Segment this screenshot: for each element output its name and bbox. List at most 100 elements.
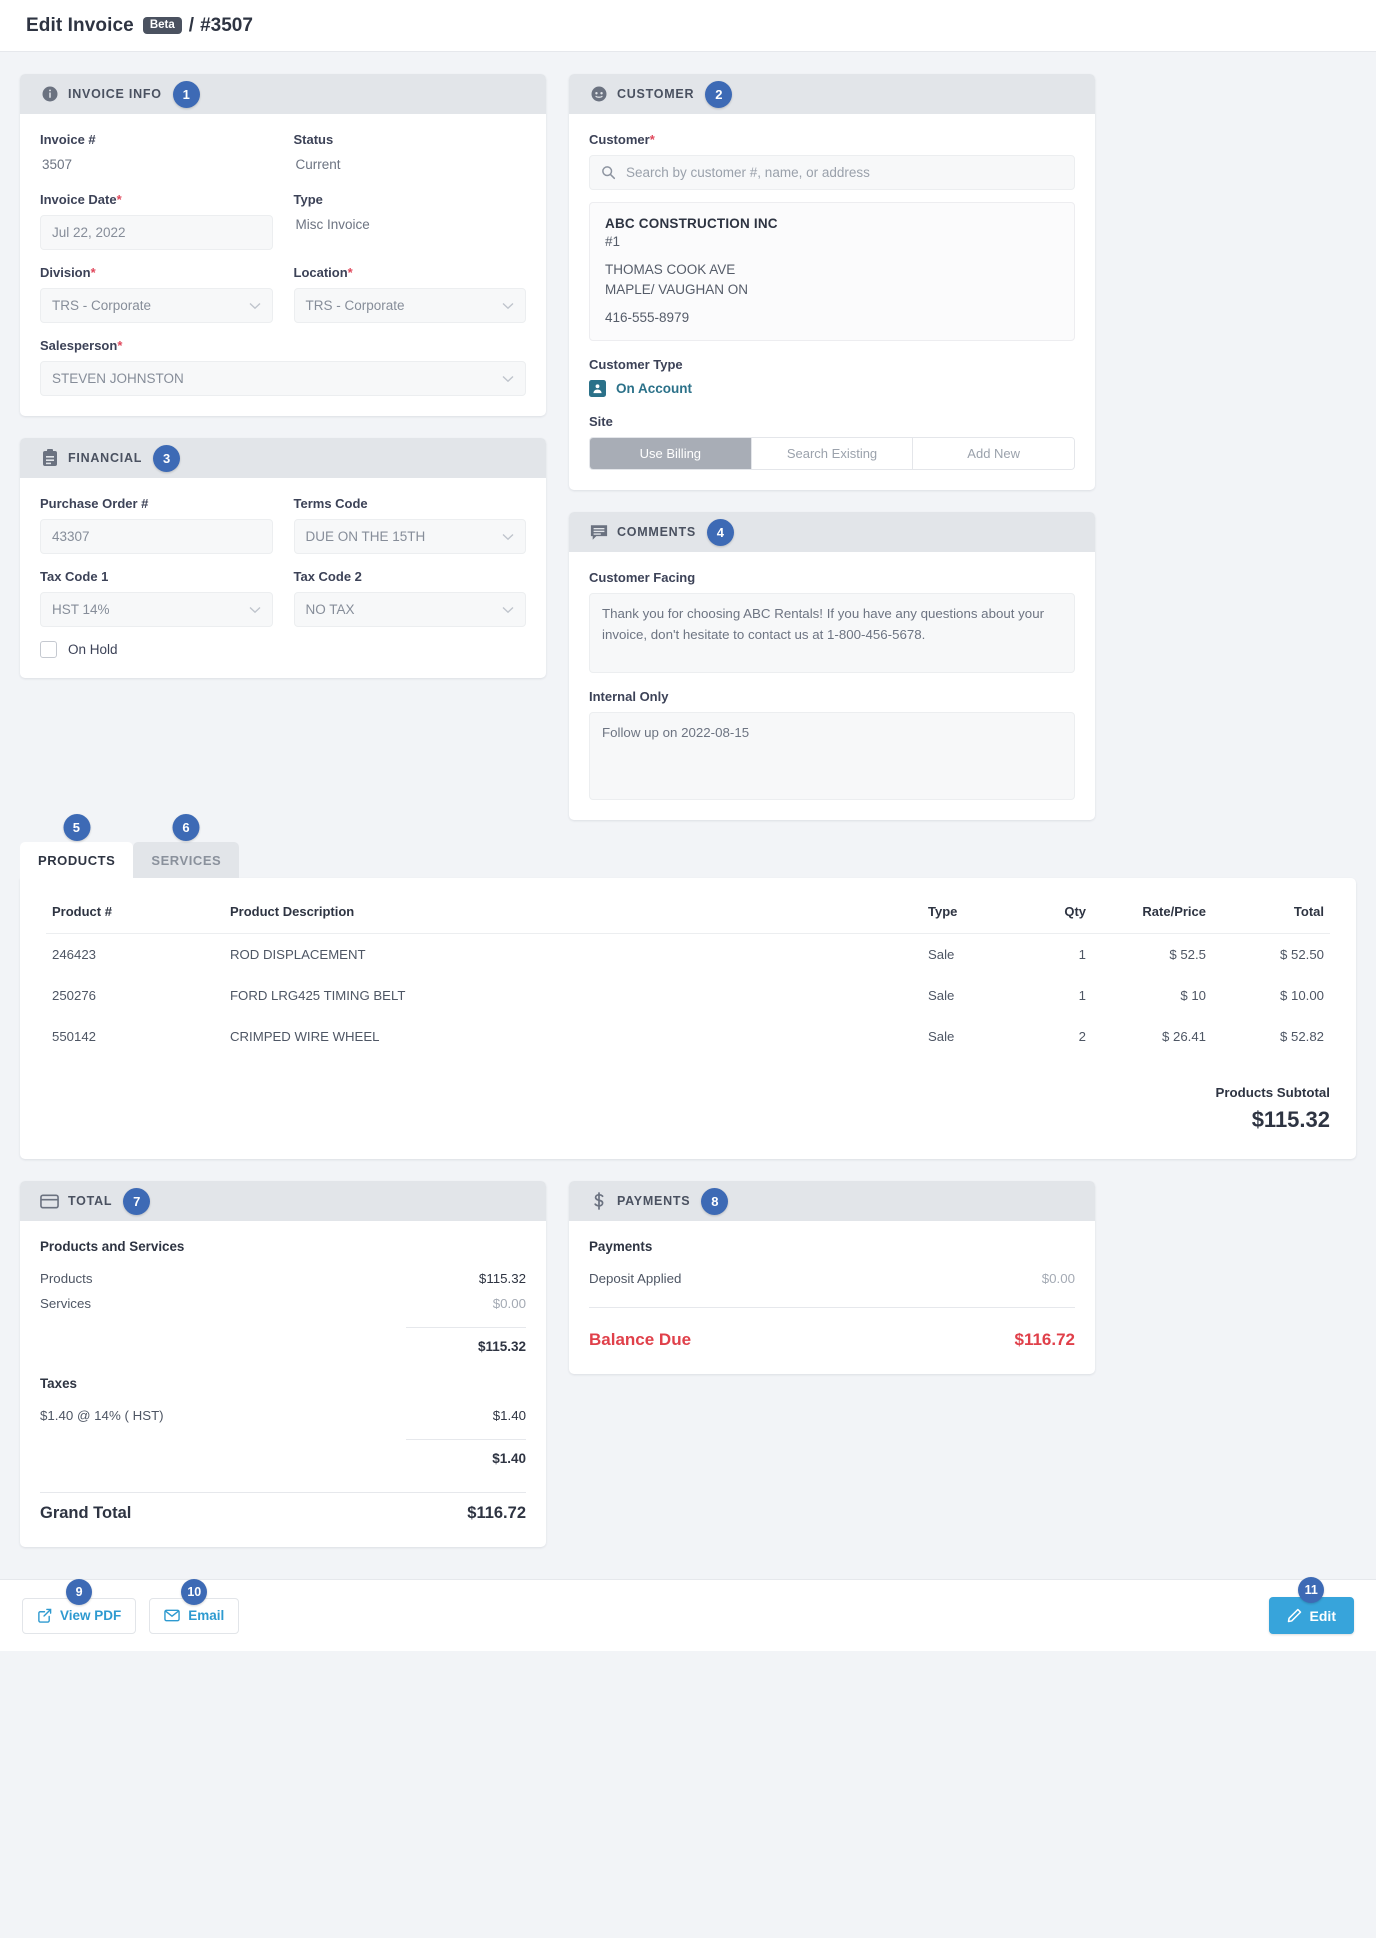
internal-only-label: Internal Only <box>589 689 669 705</box>
invoice-info-header: INVOICE INFO 1 <box>20 74 546 114</box>
type-field: Type Misc Invoice <box>294 192 527 250</box>
invoice-date-label: Invoice Date* <box>40 192 122 207</box>
view-pdf-button[interactable]: 9 View PDF <box>22 1578 137 1634</box>
status-value: Current <box>295 157 341 172</box>
internal-only-textarea[interactable]: Follow up on 2022-08-15 <box>589 712 1075 801</box>
on-hold-checkbox[interactable] <box>40 641 57 658</box>
column-type: Type <box>922 896 1012 935</box>
action-bar: 9 View PDF 10 Email 11 Edit <box>0 1577 1376 1652</box>
customer-facing-textarea[interactable]: Thank you for choosing ABC Rentals! If y… <box>589 593 1075 674</box>
terms-code-label: Terms Code <box>293 496 368 511</box>
step-badge-6: 6 <box>172 814 200 842</box>
products-services-rule-wrap <box>40 1316 526 1339</box>
products-table-header-row: Product # Product Description Type Qty R… <box>46 896 1330 935</box>
cell-product-description: FORD LRG425 TIMING BELT <box>230 988 406 1004</box>
site-label: Site <box>589 414 613 430</box>
column-product-number: Product # <box>46 896 224 935</box>
customer-card: CUSTOMER 2 Customer* Search by customer … <box>569 74 1095 491</box>
customer-search-input[interactable]: Search by customer #, name, or address <box>589 155 1075 190</box>
cell-total: $ 52.50 <box>1280 947 1324 963</box>
tax-line-row: $1.40 @ 14% ( HST) $1.40 <box>40 1403 526 1428</box>
customer-facing-label: Customer Facing <box>589 570 696 586</box>
total-services-value: $0.00 <box>492 1296 526 1312</box>
credit-card-icon <box>40 1192 59 1211</box>
tab-services[interactable]: 6 SERVICES <box>133 814 240 879</box>
invoice-date-type-row: Invoice Date* Jul 22, 2022 Type Misc Inv… <box>40 192 526 250</box>
taxes-sum-row: $1.40 <box>40 1451 526 1466</box>
customer-type-label: Customer Type <box>589 357 683 373</box>
on-hold-label: On Hold <box>68 642 118 657</box>
total-header: TOTAL 7 <box>20 1181 546 1222</box>
info-icon <box>40 85 59 104</box>
location-value: TRS - Corporate <box>305 298 405 313</box>
site-option-add-new[interactable]: Add New <box>913 438 1074 470</box>
chevron-down-icon <box>502 375 514 383</box>
edit-label: Edit <box>1309 1607 1336 1624</box>
balance-due-value: $116.72 <box>1014 1330 1075 1350</box>
comments-header: COMMENTS 4 <box>569 512 1095 553</box>
site-option-use-billing[interactable]: Use Billing <box>590 438 752 470</box>
total-title: TOTAL <box>68 1194 113 1209</box>
cell-product-number: 550142 <box>52 1029 97 1045</box>
customer-type-block: Customer Type On Account <box>589 357 1075 398</box>
bottom-columns: TOTAL 7 Products and Services Products $… <box>20 1181 1356 1569</box>
products-table: Product # Product Description Type Qty R… <box>46 896 1330 1057</box>
table-row[interactable]: 250276 FORD LRG425 TIMING BELT Sale 1 $ … <box>46 975 1330 1016</box>
customer-number: #1 <box>605 234 621 249</box>
invoice-date-field: Invoice Date* Jul 22, 2022 <box>40 192 273 250</box>
customer-address: THOMAS COOK AVE MAPLE/ VAUGHAN ON <box>605 260 1059 299</box>
terms-code-select[interactable]: DUE ON THE 15TH <box>293 519 526 554</box>
tax-code-1-value: HST 14% <box>52 602 110 617</box>
site-toggle-group: Use Billing Search Existing Add New <box>589 437 1075 471</box>
products-subtotal-label: Products Subtotal <box>1215 1085 1330 1101</box>
tax-code-2-value: NO TAX <box>305 602 355 617</box>
email-button[interactable]: 10 Email <box>149 1578 240 1634</box>
total-products-value: $115.32 <box>478 1271 526 1287</box>
invoice-date-input[interactable]: Jul 22, 2022 <box>40 215 273 250</box>
products-table-body: 246423 ROD DISPLACEMENT Sale 1 $ 52.5 $ … <box>46 934 1330 1058</box>
selected-customer-card[interactable]: ABC CONSTRUCTION INC #1 THOMAS COOK AVE … <box>589 202 1075 342</box>
step-badge-3: 3 <box>153 444 181 472</box>
location-select[interactable]: TRS - Corporate <box>293 288 526 323</box>
comments-body: Customer Facing Thank you for choosing A… <box>569 552 1095 820</box>
division-label: Division* <box>40 265 96 280</box>
invoice-number-field: Invoice # 3507 <box>40 132 273 177</box>
payments-column: PAYMENTS 8 Payments Deposit Applied $0.0… <box>569 1181 1095 1396</box>
products-and-services-label: Products and Services <box>40 1239 185 1255</box>
site-option-search-existing[interactable]: Search Existing <box>751 438 914 470</box>
total-column: TOTAL 7 Products and Services Products $… <box>20 1181 546 1569</box>
cell-rate: $ 10 <box>1180 988 1206 1004</box>
envelope-icon <box>164 1609 181 1622</box>
search-icon <box>601 165 616 180</box>
tax-code-1-select[interactable]: HST 14% <box>40 592 273 627</box>
chevron-down-icon <box>249 302 261 310</box>
customer-header: CUSTOMER 2 <box>569 74 1095 114</box>
tax-code-2-select[interactable]: NO TAX <box>293 592 526 627</box>
purchase-order-input[interactable]: 43307 <box>40 519 273 554</box>
tax-code-2-field: Tax Code 2 NO TAX <box>293 569 526 627</box>
payments-card: PAYMENTS 8 Payments Deposit Applied $0.0… <box>569 1181 1095 1375</box>
payments-body: Payments Deposit Applied $0.00 Balance D… <box>569 1221 1095 1374</box>
required-marker: * <box>117 338 123 353</box>
cell-rate: $ 26.41 <box>1162 1029 1206 1045</box>
customer-type-value[interactable]: On Account <box>616 381 692 396</box>
cell-product-number: 246423 <box>52 947 97 963</box>
salesperson-select[interactable]: STEVEN JOHNSTON <box>40 361 526 396</box>
tab-products[interactable]: 5 PRODUCTS <box>20 814 134 879</box>
email-label: Email <box>188 1608 225 1624</box>
edit-button[interactable]: 11 Edit <box>1268 1577 1354 1635</box>
grand-total-divider <box>40 1492 526 1494</box>
terms-code-field: Terms Code DUE ON THE 15TH <box>293 496 526 554</box>
products-table-card: Product # Product Description Type Qty R… <box>20 878 1356 1160</box>
customer-address-line1: THOMAS COOK AVE <box>605 262 736 277</box>
cell-total: $ 52.82 <box>1280 1029 1324 1045</box>
external-link-icon <box>37 1608 52 1623</box>
table-row[interactable]: 550142 CRIMPED WIRE WHEEL Sale 2 $ 26.41… <box>46 1016 1330 1057</box>
payments-section-label: Payments <box>589 1239 653 1255</box>
on-hold-row[interactable]: On Hold <box>40 641 526 658</box>
deposit-applied-row: Deposit Applied $0.00 <box>589 1266 1075 1291</box>
customer-avatar-icon <box>589 85 608 104</box>
division-select[interactable]: TRS - Corporate <box>40 288 273 323</box>
table-row[interactable]: 246423 ROD DISPLACEMENT Sale 1 $ 52.5 $ … <box>46 934 1330 976</box>
view-pdf-label: View PDF <box>60 1608 122 1624</box>
